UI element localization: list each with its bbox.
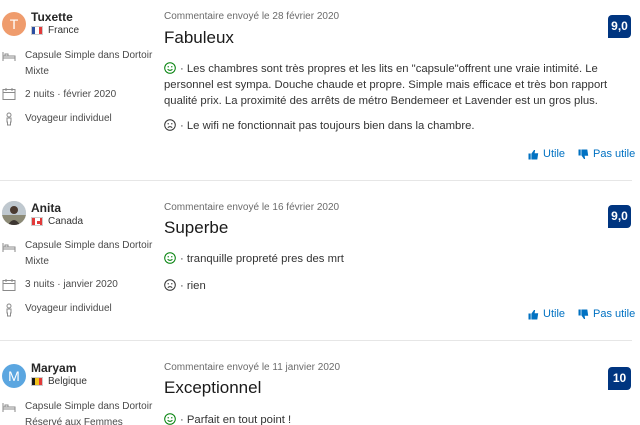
room-type: Capsule Simple dans Dortoir Mixte [25, 50, 153, 77]
reviewer-country: France [31, 25, 79, 36]
positive-text: · tranquille propreté pres des mrt [180, 253, 344, 265]
sad-face-icon [164, 279, 176, 291]
avatar: M [2, 364, 26, 388]
thumbs-up-icon [528, 149, 539, 159]
negative-comment: · rien [164, 278, 634, 294]
negative-text: · rien [180, 280, 206, 292]
review-card: T Tuxette France Capsule Simple dans Dor… [0, 0, 640, 181]
score-badge: 9,0 [608, 205, 631, 228]
not-helpful-label: Pas utile [593, 148, 636, 160]
room-type: Capsule Simple dans Dortoir Réservé aux … [25, 401, 153, 425]
thumbs-down-icon [578, 309, 589, 319]
helpful-label: Utile [543, 148, 566, 160]
calendar-icon [2, 278, 16, 292]
positive-comment: · tranquille propreté pres des mrt [164, 251, 634, 267]
country-label: Canada [48, 216, 84, 227]
not-helpful-button[interactable]: Pas utile [578, 148, 635, 160]
review-date: Commentaire envoyé le 28 février 2020 [164, 11, 340, 22]
review-title: Superbe [164, 218, 229, 237]
helpful-button[interactable]: Utile [528, 148, 565, 160]
thumbs-down-icon [578, 149, 589, 159]
avatar [2, 201, 26, 225]
negative-text: · Le wifi ne fonctionnait pas toujours b… [180, 120, 475, 132]
helpful-button[interactable]: Utile [528, 308, 565, 320]
not-helpful-button[interactable]: Pas utile [578, 308, 635, 320]
canada-flag-icon [31, 217, 43, 226]
traveler-type: Voyageur individuel [25, 113, 112, 124]
positive-comment: · Parfait en tout point ! [164, 412, 634, 425]
helpful-label: Utile [543, 308, 566, 320]
bed-icon [2, 400, 16, 414]
bed-icon [2, 240, 16, 254]
review-date: Commentaire envoyé le 16 février 2020 [164, 202, 340, 213]
calendar-icon [2, 87, 16, 101]
bed-icon [2, 49, 16, 63]
traveler-type: Voyageur individuel [25, 303, 112, 314]
room-type: Capsule Simple dans Dortoir Mixte [25, 240, 153, 267]
happy-face-icon [164, 413, 176, 425]
person-icon [2, 112, 16, 126]
positive-text: · Les chambres sont très propres et les … [164, 63, 608, 107]
stay-duration: 2 nuits · février 2020 [25, 89, 117, 100]
score-badge: 10 [608, 367, 631, 390]
negative-comment: · Le wifi ne fonctionnait pas toujours b… [164, 118, 634, 134]
france-flag-icon [31, 26, 43, 35]
country-label: Belgique [48, 376, 87, 387]
score-badge: 9,0 [608, 15, 631, 38]
person-icon [2, 303, 16, 317]
review-title: Fabuleux [164, 28, 234, 47]
reviewer-country: Canada [31, 216, 83, 227]
belgium-flag-icon [31, 377, 43, 386]
reviewer-country: Belgique [31, 376, 87, 387]
avatar: T [2, 12, 26, 36]
review-card: Anita Canada Capsule Simple dans Dortoir… [0, 181, 640, 341]
review-card: M Maryam Belgique Capsule Simple dans Do… [0, 341, 640, 425]
positive-comment: · Les chambres sont très propres et les … [164, 61, 634, 109]
reviewer-name: Tuxette [31, 10, 73, 24]
not-helpful-label: Pas utile [593, 308, 636, 320]
happy-face-icon [164, 252, 176, 264]
country-label: France [48, 25, 80, 36]
review-date: Commentaire envoyé le 11 janvier 2020 [164, 362, 341, 373]
thumbs-up-icon [528, 309, 539, 319]
reviewer-name: Maryam [31, 361, 77, 375]
stay-duration: 3 nuits · janvier 2020 [25, 279, 118, 290]
reviewer-name: Anita [31, 201, 61, 215]
happy-face-icon [164, 62, 176, 74]
review-title: Exceptionnel [164, 378, 262, 397]
sad-face-icon [164, 119, 176, 131]
positive-text: · Parfait en tout point ! [180, 414, 292, 425]
